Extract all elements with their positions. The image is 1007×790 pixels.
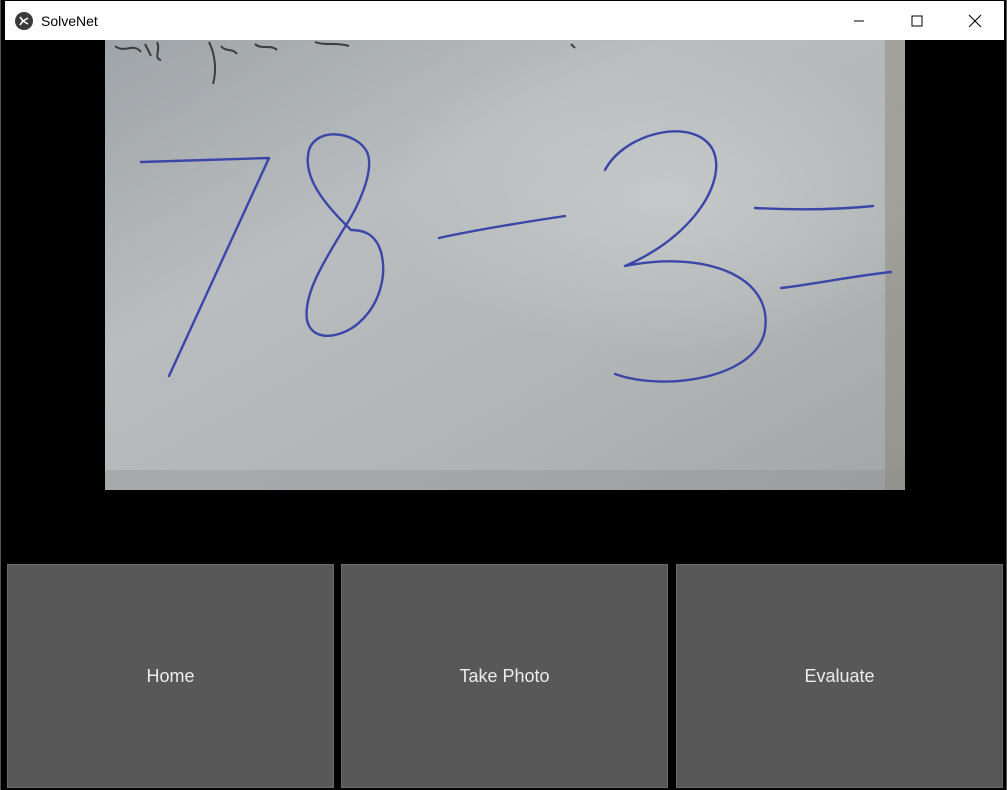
close-icon (968, 14, 982, 27)
action-buttons: Home Take Photo Evaluate (5, 564, 1004, 788)
take-photo-button[interactable]: Take Photo (341, 564, 668, 788)
window-title: SolveNet (41, 12, 98, 29)
kivy-logo-icon (15, 11, 33, 30)
maximize-button[interactable] (888, 1, 946, 40)
close-button[interactable] (946, 1, 1004, 40)
minimize-icon (854, 20, 864, 21)
app-window: SolveNet Home Take Photo Evaluate (0, 0, 1007, 790)
window-controls (830, 1, 1004, 40)
camera-preview (105, 40, 905, 490)
main-content: Home Take Photo Evaluate (5, 40, 1004, 790)
evaluate-button[interactable]: Evaluate (676, 564, 1003, 788)
home-button[interactable]: Home (7, 564, 334, 788)
camera-frame-image (105, 40, 905, 490)
minimize-button[interactable] (830, 1, 888, 40)
title-bar: SolveNet (5, 1, 1004, 40)
maximize-icon (911, 15, 923, 26)
